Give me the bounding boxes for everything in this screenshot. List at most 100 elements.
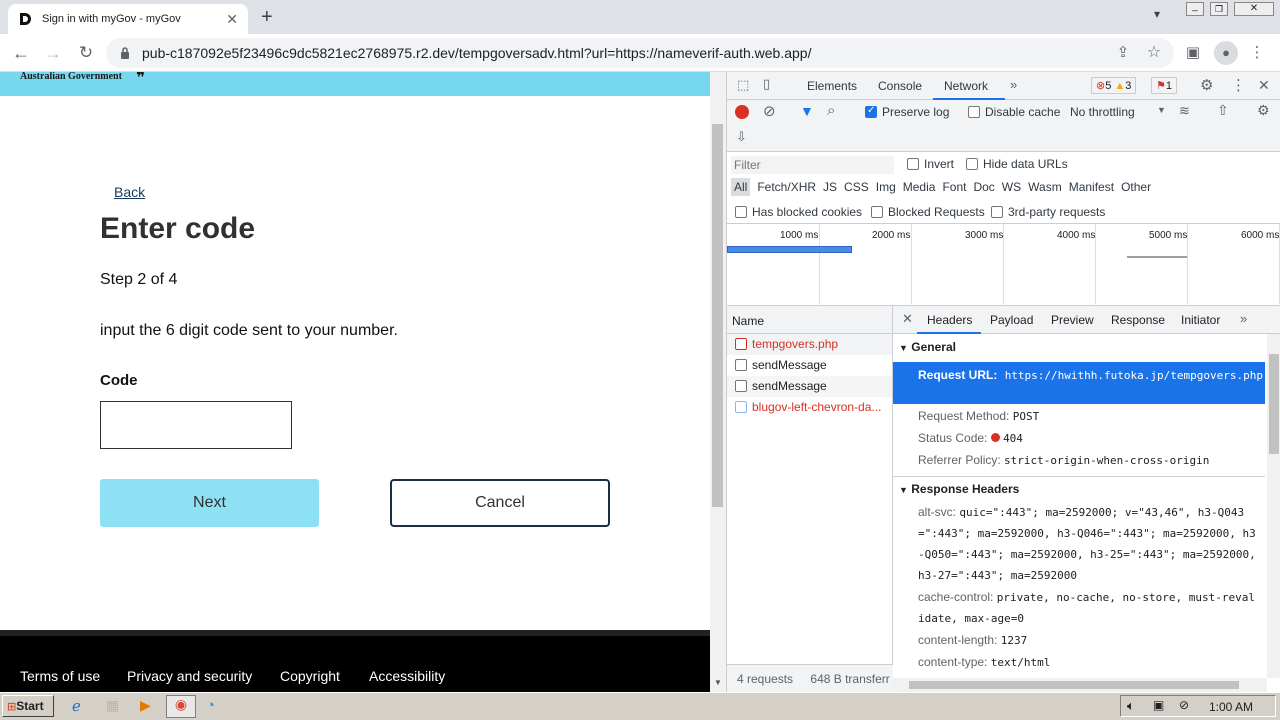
request-row[interactable]: blugov-left-chevron-da... (727, 397, 892, 418)
type-filter-ws[interactable]: WS (1002, 180, 1021, 194)
response-headers-section-header[interactable]: ▼ Response Headers (899, 482, 1019, 496)
minimize-icon[interactable]: _ (1186, 2, 1204, 16)
start-button[interactable]: ⊞Start (2, 695, 54, 717)
detail-tab-initiator[interactable]: Initiator (1181, 313, 1220, 327)
network-settings-icon[interactable]: ⚙ (1257, 102, 1270, 119)
restore-icon[interactable]: ❐ (1210, 2, 1228, 16)
blocked-cookies-checkbox[interactable]: Has blocked cookies (735, 205, 862, 219)
issues-badge[interactable]: ⚑1 (1151, 77, 1177, 94)
scroll-down-arrow-icon[interactable]: ▼ (714, 678, 722, 687)
type-filter-img[interactable]: Img (876, 180, 896, 194)
preserve-log-checkbox[interactable]: Preserve log (865, 105, 949, 119)
type-filter-wasm[interactable]: Wasm (1028, 180, 1062, 194)
forward-arrow-icon[interactable]: → (42, 42, 64, 64)
share-icon[interactable]: ⇪ (1112, 42, 1134, 64)
blocked-cookies-check[interactable] (735, 206, 747, 218)
horizontal-scrollbar-thumb[interactable] (909, 681, 1239, 689)
next-button[interactable]: Next (100, 479, 319, 527)
import-har-icon[interactable]: ⇧ (1217, 102, 1229, 119)
volume-icon[interactable]: 🔈︎ (1127, 698, 1135, 714)
general-section-header[interactable]: ▼ General (899, 340, 956, 354)
detail-tab-preview[interactable]: Preview (1051, 313, 1094, 327)
type-filter-js[interactable]: JS (823, 180, 837, 194)
blocked-requests-checkbox[interactable]: Blocked Requests (871, 205, 985, 219)
footer-link-terms[interactable]: Terms of use (20, 668, 100, 684)
explorer-taskbar-icon[interactable]: ▦ (106, 697, 119, 714)
blocked-requests-check[interactable] (871, 206, 883, 218)
hide-data-urls-check[interactable] (966, 158, 978, 170)
type-filter-fetch[interactable]: Fetch/XHR (757, 180, 816, 194)
request-row[interactable]: sendMessage (727, 376, 892, 397)
security-tray-icon[interactable]: ⊘ (1179, 698, 1189, 712)
page-scrollbar-thumb[interactable] (712, 124, 723, 507)
type-filter-manifest[interactable]: Manifest (1069, 180, 1114, 194)
close-detail-icon[interactable]: ✕ (902, 311, 913, 327)
footer-link-copyright[interactable]: Copyright (280, 668, 340, 684)
new-tab-icon[interactable]: + (261, 6, 273, 29)
third-party-check[interactable] (991, 206, 1003, 218)
type-filter-all[interactable]: All (731, 178, 751, 196)
detail-scrollbar-thumb[interactable] (1269, 354, 1279, 454)
disable-cache-checkbox[interactable]: Disable cache (968, 105, 1060, 119)
throttling-select[interactable]: No throttling (1070, 105, 1135, 119)
network-tray-icon[interactable]: ▣ (1153, 698, 1164, 712)
menu-kebab-icon[interactable]: ⋮ (1246, 42, 1268, 64)
detail-tab-response[interactable]: Response (1111, 313, 1165, 327)
footer-link-accessibility[interactable]: Accessibility (369, 668, 445, 684)
request-row[interactable]: sendMessage (727, 355, 892, 376)
tab-network[interactable]: Network (944, 79, 988, 93)
filter-funnel-icon[interactable]: ▼ (800, 103, 814, 119)
type-filter-other[interactable]: Other (1121, 180, 1151, 194)
devtools-close-icon[interactable]: ✕ (1258, 77, 1270, 94)
cancel-button[interactable]: Cancel (390, 479, 610, 527)
chrome-taskbar-icon[interactable]: ◉ (166, 695, 196, 718)
page-scrollbar[interactable]: ▼ (710, 72, 726, 692)
omnibox[interactable]: pub-c187092e5f23496c9dc5821ec2768975.r2.… (106, 38, 1174, 68)
profile-avatar-icon[interactable]: ● (1214, 41, 1238, 65)
type-filter-font[interactable]: Font (942, 180, 966, 194)
more-tabs-icon[interactable]: » (1010, 77, 1017, 92)
devtools-settings-icon[interactable]: ⚙ (1200, 76, 1213, 94)
type-filter-css[interactable]: CSS (844, 180, 869, 194)
tab-console[interactable]: Console (878, 79, 922, 93)
devtools-menu-icon[interactable]: ⋮ (1231, 76, 1246, 94)
close-window-icon[interactable]: ✕ (1234, 2, 1274, 16)
browser-tab[interactable]: Sign in with myGov - myGov ✕ (8, 4, 248, 34)
timeline-overview[interactable]: 1000 ms 2000 ms 3000 ms 4000 ms 5000 ms … (727, 224, 1280, 306)
code-input[interactable] (100, 401, 292, 449)
tab-search-icon[interactable]: ▾ (1154, 7, 1160, 21)
type-filter-doc[interactable]: Doc (973, 180, 994, 194)
detail-tab-payload[interactable]: Payload (990, 313, 1033, 327)
filter-input[interactable] (731, 156, 894, 174)
request-url-row[interactable]: Request URL: https://hwithh.futoka.jp/te… (893, 362, 1265, 404)
record-icon[interactable] (735, 105, 749, 119)
reload-icon[interactable]: ↻ (75, 42, 97, 64)
preserve-log-check[interactable] (865, 105, 877, 118)
detail-scrollbar[interactable] (1267, 334, 1280, 678)
error-count-badge[interactable]: ⊗5 ▲3 (1091, 77, 1137, 94)
edge-taskbar-icon[interactable]: ◔ (206, 697, 215, 714)
media-player-taskbar-icon[interactable]: ▶ (140, 697, 151, 714)
search-icon[interactable]: ⌕ (827, 102, 835, 119)
inspect-element-icon[interactable]: ⬚ (737, 77, 749, 93)
third-party-checkbox[interactable]: 3rd-party requests (991, 205, 1105, 219)
hide-data-urls-checkbox[interactable]: Hide data URLs (966, 157, 1068, 171)
bookmark-star-icon[interactable]: ☆ (1143, 42, 1165, 64)
back-link[interactable]: Back (114, 184, 145, 200)
ie-taskbar-icon[interactable]: ℯ (72, 697, 81, 715)
side-panel-icon[interactable]: ▣ (1182, 42, 1204, 64)
tab-elements[interactable]: Elements (807, 79, 857, 93)
invert-check[interactable] (907, 158, 919, 170)
device-toolbar-icon[interactable]: ▯ (763, 76, 770, 92)
clear-icon[interactable]: ⊘ (763, 102, 776, 120)
type-filter-media[interactable]: Media (903, 180, 936, 194)
export-har-icon[interactable]: ⇩ (736, 129, 747, 145)
disable-cache-check[interactable] (968, 106, 980, 118)
close-tab-icon[interactable]: ✕ (226, 11, 238, 28)
throttling-dropdown-icon[interactable]: ▼ (1157, 105, 1166, 115)
invert-checkbox[interactable]: Invert (907, 157, 954, 171)
network-conditions-icon[interactable]: ≋ (1179, 103, 1190, 119)
footer-link-privacy[interactable]: Privacy and security (127, 668, 252, 684)
request-row[interactable]: tempgovers.php (727, 334, 892, 355)
name-column-header[interactable]: Name (727, 306, 892, 334)
